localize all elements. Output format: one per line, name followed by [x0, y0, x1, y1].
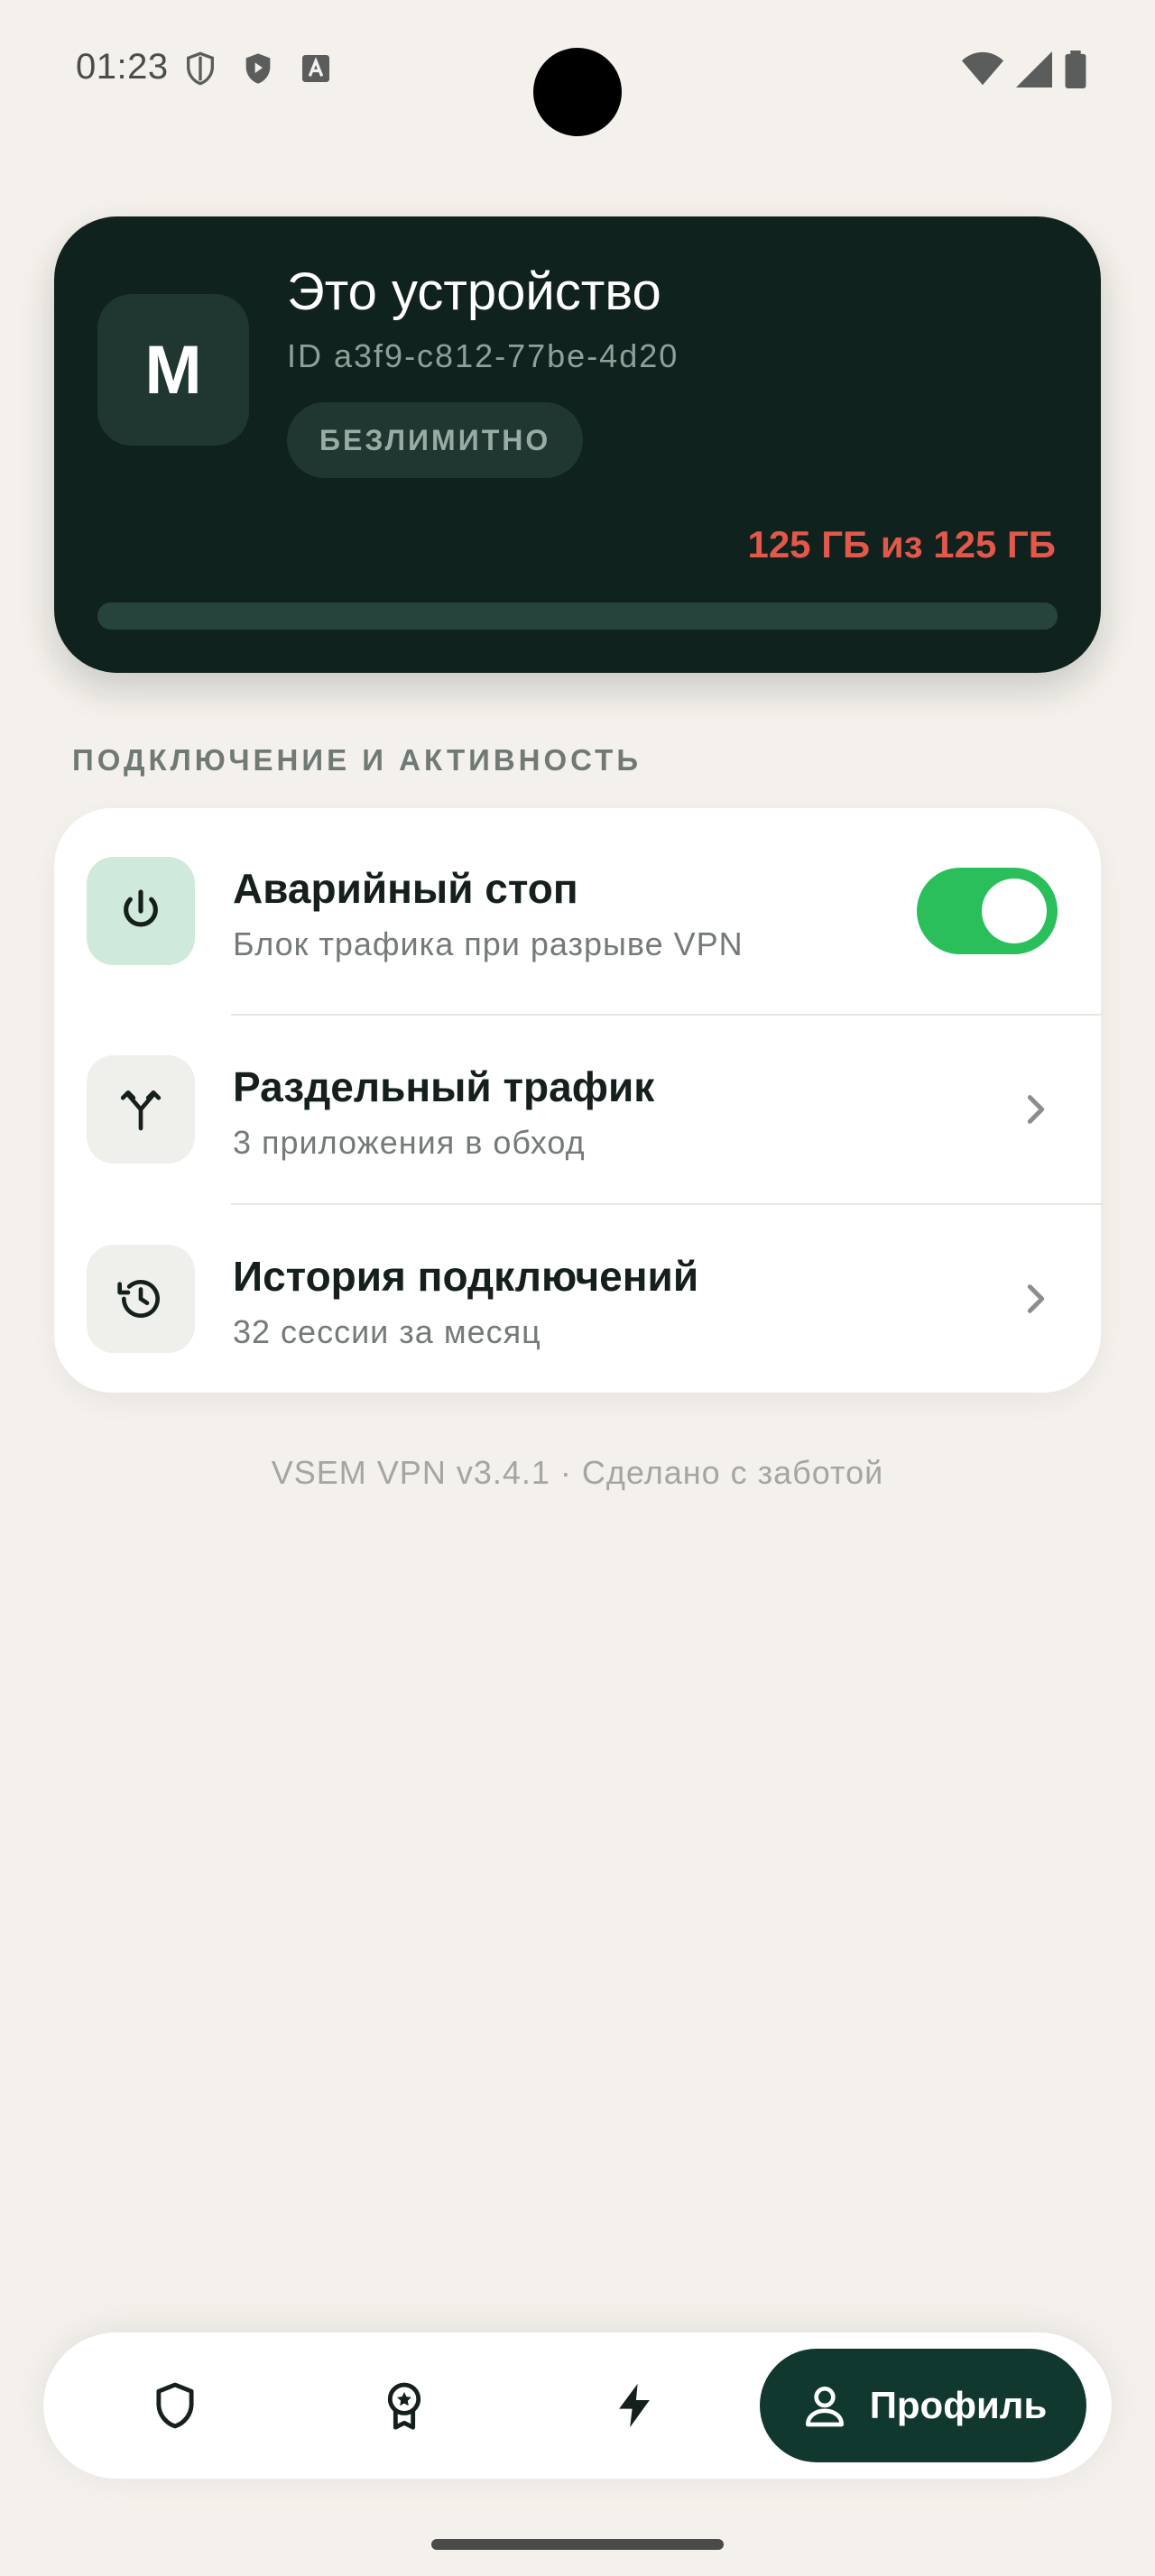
shield-play-icon [245, 53, 271, 84]
history-icon [117, 1280, 160, 1318]
row-title: Аварийный стоп [233, 865, 578, 912]
nav-profile[interactable]: Профиль [760, 2349, 1086, 2462]
row-subtitle: Блок трафика при разрыве VPN [233, 925, 744, 962]
shield-outline-icon [187, 51, 214, 86]
shield-icon [156, 2382, 194, 2429]
status-time: 01:23 [76, 47, 169, 87]
kill-switch-toggle[interactable] [917, 868, 1058, 954]
section-heading: ПОДКЛЮЧЕНИЕ И АКТИВНОСТЬ [72, 743, 642, 777]
status-bar: 01:23 [0, 0, 1155, 136]
camera-cutout [533, 48, 622, 136]
usage-progress-fill [97, 603, 1058, 630]
row-title: История подключений [233, 1253, 699, 1300]
battery-icon [1065, 51, 1086, 88]
chevron-right-icon [1027, 1284, 1045, 1313]
chevron-right-icon [1027, 1095, 1045, 1124]
home-indicator[interactable] [431, 2539, 724, 2550]
power-icon [124, 889, 158, 927]
icon-box [87, 1245, 195, 1353]
bottom-nav: Профиль [43, 2332, 1112, 2479]
footer-note: VSEM VPN v3.4.1 · Сделано с заботой [271, 1454, 884, 1491]
device-card: M Это устройство ID a3f9-c812-77be-4d20 … [54, 216, 1101, 673]
plan-badge: БЕЗЛИМИТНО [287, 402, 584, 478]
nav-profile-label: Профиль [869, 2384, 1048, 2426]
kill-switch-row[interactable]: Аварийный стоп Блок трафика при разрыве … [54, 808, 1101, 1016]
nav-vpn[interactable] [130, 2360, 220, 2451]
avatar: M [97, 294, 249, 446]
row-subtitle: 3 приложения в обход [233, 1124, 586, 1161]
status-left-icons [182, 51, 334, 87]
wifi-icon [962, 51, 1003, 86]
split-tunneling-row[interactable]: Раздельный трафик 3 приложения в обход [54, 1016, 1101, 1205]
award-icon [387, 2382, 421, 2430]
bolt-icon [619, 2383, 650, 2428]
settings-card: Аварийный стоп Блок трафика при разрыве … [54, 808, 1101, 1393]
device-id: ID a3f9-c812-77be-4d20 [287, 337, 679, 374]
usage-progress-bar [97, 603, 1058, 630]
device-title: Это устройство [287, 262, 661, 321]
user-icon [805, 2387, 844, 2427]
signal-icon [1016, 51, 1052, 87]
connection-history-row[interactable]: История подключений 32 сессии за месяц [54, 1205, 1101, 1393]
nav-rewards[interactable] [359, 2360, 449, 2451]
row-title: Раздельный трафик [233, 1063, 655, 1110]
toggle-knob [982, 879, 1047, 943]
icon-box [87, 1055, 195, 1164]
icon-box [87, 857, 195, 965]
nav-speed[interactable] [589, 2360, 679, 2451]
usage-text: 125 ГБ из 125 ГБ [747, 523, 1056, 566]
status-right-icons [962, 51, 1086, 88]
font-a-icon [302, 55, 329, 82]
row-subtitle: 32 сессии за месяц [233, 1313, 541, 1350]
split-arrows-icon [120, 1090, 162, 1131]
